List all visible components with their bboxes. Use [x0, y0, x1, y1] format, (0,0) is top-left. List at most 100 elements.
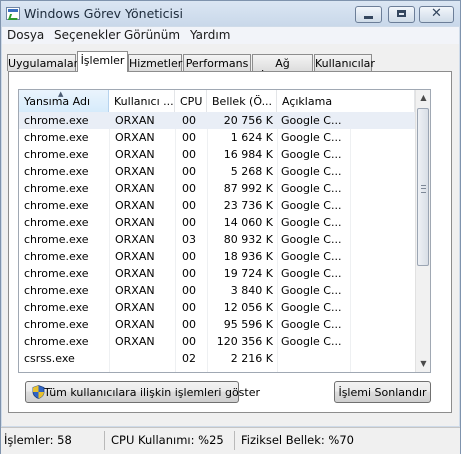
- tab-hizmetler[interactable]: Hizmetler: [128, 54, 182, 71]
- cell-description: Google C...: [281, 335, 342, 348]
- cell-image-name: chrome.exe: [24, 250, 89, 263]
- cell-description: Google C...: [281, 216, 342, 229]
- table-row[interactable]: chrome.exe ORXAN 00 19 724 K Google C...: [19, 265, 415, 282]
- minimize-button[interactable]: [355, 6, 382, 23]
- cell-cpu: 00: [182, 284, 196, 297]
- menu-yardim[interactable]: Yardım: [190, 28, 230, 42]
- cell-user: ORXAN: [115, 165, 155, 178]
- cell-description: Google C...: [281, 131, 342, 144]
- status-divider: [234, 431, 235, 450]
- scroll-up-arrow-icon[interactable]: ▲: [416, 90, 430, 106]
- column-header-cpu[interactable]: CPU: [175, 90, 207, 112]
- cell-cpu: 00: [182, 199, 196, 212]
- client-area: Uygulamalar İşlemler Hizmetler Performan…: [2, 44, 459, 426]
- table-row[interactable]: chrome.exe ORXAN 00 87 992 K Google C...: [19, 180, 415, 197]
- table-row[interactable]: chrome.exe ORXAN 00 16 984 K Google C...: [19, 146, 415, 163]
- window-title: Windows Görev Yöneticisi: [24, 6, 183, 21]
- status-process-count: İşlemler: 58: [4, 433, 72, 447]
- scroll-thumb[interactable]: [417, 108, 429, 266]
- table-row[interactable]: csrss.exe 02 2 216 K: [19, 350, 415, 367]
- cell-description: Google C...: [281, 148, 342, 161]
- cell-user: ORXAN: [115, 233, 155, 246]
- cell-user: ORXAN: [115, 318, 155, 331]
- show-all-users-processes-button[interactable]: Tüm kullanıcılara ilişkin işlemleri göst…: [25, 381, 260, 403]
- table-row[interactable]: chrome.exe ORXAN 00 20 756 K Google C...: [19, 112, 415, 129]
- cell-description: Google C...: [281, 165, 342, 178]
- close-button[interactable]: ✕: [419, 6, 454, 23]
- table-row[interactable]: chrome.exe ORXAN 00 5 268 K Google C...: [19, 163, 415, 180]
- cell-memory: 3 840 K: [230, 284, 273, 297]
- menu-bar: Dosya Seçenekler Görünüm Yardım: [2, 27, 459, 44]
- cell-image-name: chrome.exe: [24, 216, 89, 229]
- cell-user: ORXAN: [115, 216, 155, 229]
- cell-image-name: chrome.exe: [24, 182, 89, 195]
- cell-cpu: 00: [182, 114, 196, 127]
- table-row[interactable]: chrome.exe ORXAN 00 23 736 K Google C...: [19, 197, 415, 214]
- cell-image-name: csrss.exe: [24, 352, 75, 365]
- table-row[interactable]: chrome.exe ORXAN 00 18 936 K Google C...: [19, 248, 415, 265]
- table-row[interactable]: chrome.exe ORXAN 00 120 356 K Google C...: [19, 333, 415, 350]
- cell-memory: 95 596 K: [223, 318, 273, 331]
- cell-image-name: chrome.exe: [24, 284, 89, 297]
- scroll-down-arrow-icon[interactable]: ▼: [416, 356, 430, 372]
- process-list[interactable]: ▲ Yansıma Adı Kullanıcı ... CPU Bellek (…: [18, 89, 431, 373]
- cell-memory: 2 216 K: [230, 352, 273, 365]
- cell-cpu: 00: [182, 318, 196, 331]
- cell-memory: 14 060 K: [223, 216, 273, 229]
- tab-performans[interactable]: Performans: [183, 54, 251, 71]
- cell-cpu: 00: [182, 165, 196, 178]
- cell-image-name: chrome.exe: [24, 165, 89, 178]
- cell-image-name: chrome.exe: [24, 131, 89, 144]
- cell-user: ORXAN: [115, 182, 155, 195]
- cell-image-name: chrome.exe: [24, 233, 89, 246]
- table-row[interactable]: chrome.exe ORXAN 00 12 056 K Google C...: [19, 299, 415, 316]
- cell-image-name: chrome.exe: [24, 267, 89, 280]
- cell-cpu: 00: [182, 250, 196, 263]
- title-bar[interactable]: Windows Görev Yöneticisi ✕: [1, 1, 460, 26]
- show-all-users-label: Tüm kullanıcılara ilişkin işlemleri göst…: [44, 386, 261, 399]
- table-row[interactable]: chrome.exe ORXAN 00 14 060 K Google C...: [19, 214, 415, 231]
- tab-ag-iletisimi[interactable]: Ağ İletişimi: [252, 54, 313, 83]
- uac-shield-icon: [32, 385, 45, 399]
- cell-image-name: chrome.exe: [24, 199, 89, 212]
- cell-description: Google C...: [281, 284, 342, 297]
- cell-user: ORXAN: [115, 250, 155, 263]
- cell-memory: 19 724 K: [223, 267, 273, 280]
- table-row[interactable]: chrome.exe ORXAN 00 95 596 K Google C...: [19, 316, 415, 333]
- column-header-memory[interactable]: Bellek (Ö...: [207, 90, 277, 112]
- cell-user: ORXAN: [115, 301, 155, 314]
- cell-user: ORXAN: [115, 335, 155, 348]
- cell-image-name: chrome.exe: [24, 148, 89, 161]
- cell-user: ORXAN: [115, 114, 155, 127]
- column-header-image-name[interactable]: ▲ Yansıma Adı: [19, 90, 109, 112]
- menu-gorunum[interactable]: Görünüm: [124, 28, 180, 42]
- end-process-button[interactable]: İşlemi Sonlandır: [334, 381, 431, 403]
- status-divider: [104, 431, 105, 450]
- cell-cpu: 00: [182, 131, 196, 144]
- vertical-scrollbar[interactable]: ▲ ▼: [415, 90, 430, 372]
- table-row[interactable]: chrome.exe ORXAN 03 80 932 K Google C...: [19, 231, 415, 248]
- tab-kullanicilar[interactable]: Kullanıcılar: [314, 54, 375, 71]
- cell-description: Google C...: [281, 182, 342, 195]
- sort-ascending-icon: ▲: [58, 90, 64, 98]
- cell-memory: 1 624 K: [230, 131, 273, 144]
- column-header-label: Açıklama: [282, 95, 333, 108]
- task-manager-icon: [6, 7, 20, 20]
- tab-uygulamalar[interactable]: Uygulamalar: [7, 54, 78, 71]
- cell-memory: 120 356 K: [216, 335, 273, 348]
- column-header-description[interactable]: Açıklama: [277, 90, 415, 112]
- cell-cpu: 00: [182, 148, 196, 161]
- cell-cpu: 00: [182, 182, 196, 195]
- cell-description: Google C...: [281, 267, 342, 280]
- table-row[interactable]: chrome.exe ORXAN 00 1 624 K Google C...: [19, 129, 415, 146]
- tab-islemler[interactable]: İşlemler: [77, 51, 128, 72]
- cell-description: Google C...: [281, 199, 342, 212]
- cell-memory: 18 936 K: [223, 250, 273, 263]
- column-header-user[interactable]: Kullanıcı ...: [109, 90, 175, 112]
- menu-secenekler[interactable]: Seçenekler: [54, 28, 121, 42]
- maximize-button[interactable]: [388, 6, 415, 23]
- column-header-label: Kullanıcı ...: [114, 95, 174, 108]
- menu-dosya[interactable]: Dosya: [7, 28, 44, 42]
- cell-memory: 16 984 K: [223, 148, 273, 161]
- table-row[interactable]: chrome.exe ORXAN 00 3 840 K Google C...: [19, 282, 415, 299]
